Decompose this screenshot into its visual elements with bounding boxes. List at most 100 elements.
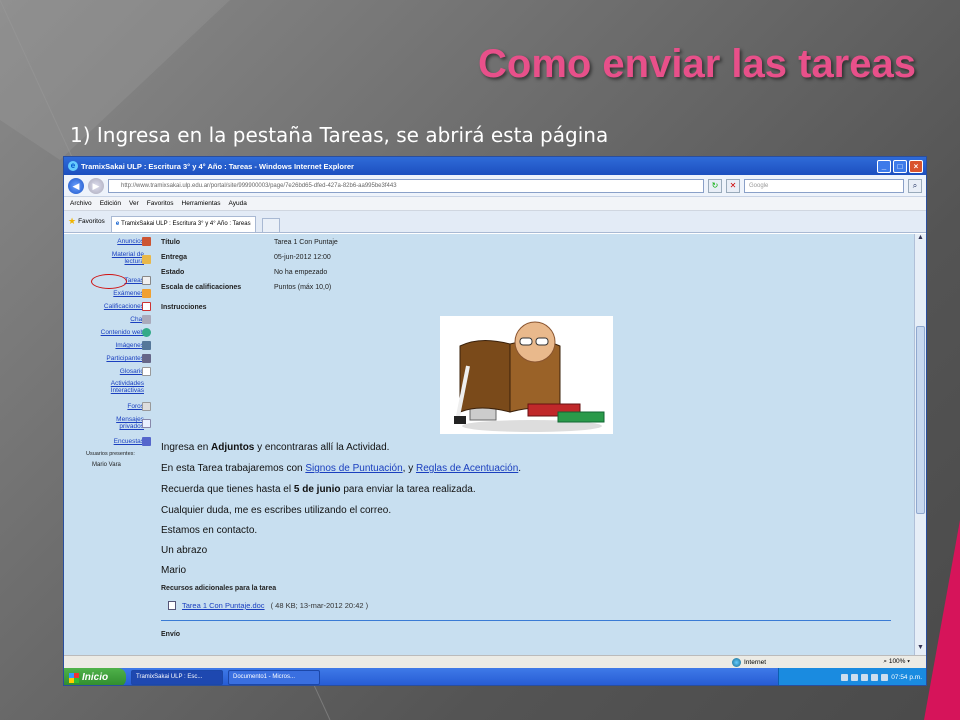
text: para enviar la tarea realizada. — [340, 484, 476, 495]
globe-icon — [732, 658, 741, 667]
search-input[interactable]: Google — [744, 178, 904, 193]
ie-logo-icon: e — [68, 161, 78, 171]
fecha-bold: 5 de junio — [293, 484, 341, 495]
reading-illustration — [440, 316, 613, 434]
meta-row-titulo: Título Tarea 1 Con Puntaje — [161, 239, 338, 246]
meta-row-escala: Escala de calificaciones Puntos (máx 10,… — [161, 284, 331, 291]
meta-row-entrega: Entrega 05-jun-2012 12:00 — [161, 254, 331, 261]
sidebar-item-actividades[interactable]: Actividades Interactivas — [94, 380, 144, 394]
pencil-icon — [142, 289, 151, 298]
scroll-thumb[interactable] — [916, 326, 925, 514]
text: Recuerda que tienes hasta el — [161, 484, 294, 495]
minimize-button[interactable]: _ — [877, 159, 891, 173]
tray-icon[interactable] — [841, 674, 849, 681]
menu-ver[interactable]: Ver — [129, 200, 139, 207]
meta-key: Escala de calificaciones — [161, 284, 242, 291]
taskbar-item-word[interactable]: Documento1 - Micros... — [228, 670, 320, 685]
folder-icon — [142, 255, 151, 264]
search-icon[interactable]: ⌕ — [908, 178, 922, 193]
paragraph-2: En esta Tarea trabajaremos con Signos de… — [161, 463, 521, 474]
refresh-button[interactable]: ↻ — [708, 178, 722, 193]
presentes-user: Mario Vara — [92, 462, 121, 468]
sidebar-item-examenes[interactable]: Exámenes — [113, 290, 144, 297]
status-bar: Internet ⌕ 100% ▾ — [64, 655, 926, 668]
text: y encontraras allí la Actividad. — [254, 442, 390, 453]
signos-puntuacion-link[interactable]: Signos de Puntuación — [305, 463, 402, 474]
slide-title: Como enviar las tareas — [478, 42, 916, 86]
megaphone-icon — [142, 237, 151, 246]
sidebar-item-imagenes[interactable]: Imágenes — [115, 342, 144, 349]
tray-icon[interactable] — [861, 674, 869, 681]
envio-heading: Envío — [161, 631, 181, 638]
sidebar-item-anuncios[interactable]: Anuncios — [117, 238, 144, 245]
back-button[interactable]: ◀ — [68, 177, 84, 194]
maximize-button[interactable]: □ — [893, 159, 907, 173]
tray-icon[interactable] — [851, 674, 859, 681]
scroll-down-icon[interactable]: ▼ — [915, 644, 926, 655]
start-label: Inicio — [82, 672, 109, 683]
menu-edicion[interactable]: Edición — [100, 200, 121, 207]
new-tab-button[interactable] — [261, 218, 280, 232]
tray-icon[interactable] — [871, 674, 879, 681]
poll-icon — [142, 437, 151, 446]
address-bar[interactable]: http://www.tramixsakai.ulp.edu.ar/portal… — [108, 178, 704, 193]
system-tray: 07:54 p.m. — [778, 668, 926, 685]
attachment-row: Tarea 1 Con Puntaje.doc ( 48 KB; 13-mar-… — [168, 601, 368, 610]
paragraph-6: Un abrazo — [161, 545, 208, 556]
text: , y — [402, 463, 416, 474]
instructions-heading: Instrucciones — [161, 304, 207, 311]
text: Ingresa en — [161, 442, 212, 453]
vertical-scrollbar[interactable]: ▲ ▼ — [914, 234, 926, 655]
clock: 07:54 p.m. — [891, 674, 922, 681]
close-button[interactable]: × — [909, 159, 923, 173]
list-icon — [142, 367, 151, 376]
address-toolbar: ◀ ▶ http://www.tramixsakai.ulp.edu.ar/po… — [64, 175, 926, 197]
zoom-control[interactable]: ⌕ 100% ▾ — [883, 658, 910, 666]
sidebar-item-contenido-web[interactable]: Contenido web — [101, 329, 144, 336]
start-button[interactable]: Inicio — [64, 668, 126, 685]
reglas-acentuacion-link[interactable]: Reglas de Acentuación — [416, 463, 518, 474]
menu-ayuda[interactable]: Ayuda — [229, 200, 247, 207]
divider — [161, 620, 891, 621]
menu-herramientas[interactable]: Herramientas — [182, 200, 221, 207]
zoom-level: 100% — [888, 658, 906, 665]
window-titlebar: e TramixSakai ULP : Escritura 3° y 4° Añ… — [64, 157, 926, 175]
magnifier-icon: ⌕ — [883, 658, 888, 665]
forward-button[interactable]: ▶ — [88, 177, 104, 194]
paragraph-3: Recuerda que tienes hasta el 5 de junio … — [161, 484, 476, 495]
tool-sidebar: Anuncios Material de lectura Tareas Exám… — [64, 234, 154, 655]
sidebar-item-calificaciones[interactable]: Calificaciones — [104, 303, 144, 310]
sidebar-item-mensajes[interactable]: Mensajes privados — [102, 416, 144, 430]
text: En esta Tarea trabajaremos con — [161, 463, 306, 474]
attachment-meta: ( 48 KB; 13-mar-2012 20:42 ) — [270, 601, 369, 610]
sidebar-item-encuestas[interactable]: Encuestas — [114, 438, 144, 445]
window-title: TramixSakai ULP : Escritura 3° y 4° Año … — [81, 161, 354, 171]
sidebar-item-glosario[interactable]: Glosario — [120, 368, 144, 375]
browser-tab[interactable]: e TramixSakai ULP : Escritura 3° y 4° Añ… — [110, 216, 256, 232]
favorites-button[interactable]: ★ Favoritos — [68, 216, 105, 232]
stop-button[interactable]: ✕ — [726, 178, 740, 193]
sidebar-item-material[interactable]: Material de lectura — [100, 251, 144, 265]
presentes-label: Usuarios presentes: — [86, 451, 135, 457]
document-icon — [168, 601, 176, 610]
paragraph-4: Cualquier duda, me es escribes utilizand… — [161, 505, 392, 516]
sidebar-item-participantes[interactable]: Participantes — [106, 355, 144, 362]
tray-icon[interactable] — [881, 674, 889, 681]
menu-archivo[interactable]: Archivo — [70, 200, 92, 207]
gradebook-icon — [142, 302, 151, 311]
accent-triangle — [924, 520, 960, 720]
page-content: Anuncios Material de lectura Tareas Exám… — [64, 234, 916, 655]
taskbar-item-browser[interactable]: TramixSakai ULP : Esc... — [131, 670, 223, 685]
adjuntos-bold: Adjuntos — [211, 442, 255, 453]
assignment-panel: Título Tarea 1 Con Puntaje Entrega 05-ju… — [154, 234, 916, 655]
scroll-up-icon[interactable]: ▲ — [915, 234, 926, 245]
meta-value: Tarea 1 Con Puntaje — [274, 239, 338, 246]
highlight-circle — [91, 274, 127, 289]
ie-tab-icon: e — [115, 221, 120, 227]
tab-label: TramixSakai ULP : Escritura 3° y 4° Año … — [121, 221, 251, 227]
menu-favoritos[interactable]: Favoritos — [147, 200, 174, 207]
favorites-bar: ★ Favoritos e TramixSakai ULP : Escritur… — [64, 211, 926, 233]
zone-label: Internet — [744, 659, 767, 666]
meta-key: Estado — [161, 269, 185, 276]
attachment-link[interactable]: Tarea 1 Con Puntaje.doc — [182, 601, 265, 610]
